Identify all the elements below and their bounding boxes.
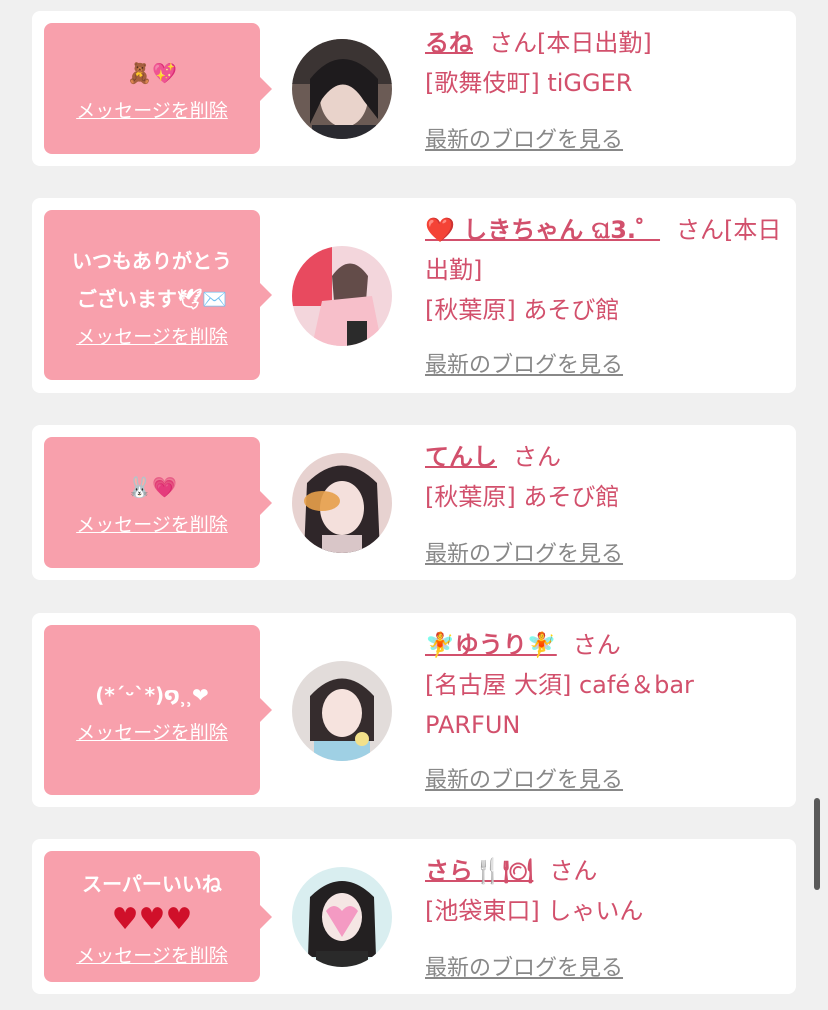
delete-message-link[interactable]: メッセージを削除 <box>76 941 228 968</box>
message-text-line2: ございます🕊✉️ <box>76 286 228 311</box>
info: ❤️ しきちゃん ଘ3.゜ さん[本日出勤] [秋葉原] あそび館 <box>425 210 784 330</box>
card-yuuri: (*´ᵕ`*)໑⸒⸒❤ メッセージを削除 🧚ゆうり🧚 さん [名古屋 大須] ca… <box>32 613 796 807</box>
shop-name: [秋葉原] あそび館 <box>425 296 620 324</box>
latest-blog-link[interactable]: 最新のブログを見る <box>425 950 623 982</box>
delete-message-link[interactable]: メッセージを削除 <box>76 322 228 349</box>
message-text: 🧸💖 <box>127 61 177 85</box>
message-bubble: スーパーいいね ♥♥♥ メッセージを削除 <box>44 851 272 982</box>
info: さら🍴🍽 さん [池袋東口] しゃいん <box>425 851 784 931</box>
member-name-link[interactable]: てんし <box>425 443 497 471</box>
avatar[interactable] <box>292 867 392 967</box>
message-bubble: 🧸💖 メッセージを削除 <box>44 23 272 154</box>
latest-blog-link[interactable]: 最新のブログを見る <box>425 347 623 379</box>
name-suffix: さん <box>572 631 621 659</box>
shop-name: [歌舞伎町] tiGGER <box>425 69 633 97</box>
avatar[interactable] <box>292 39 392 139</box>
name-suffix: さん <box>549 857 598 885</box>
card-tenshi: 🐰💗 メッセージを削除 てんし さん [秋葉原] あそび館 最新のブログを見る <box>32 425 796 580</box>
message-bubble: 🐰💗 メッセージを削除 <box>44 437 272 568</box>
latest-blog-link[interactable]: 最新のブログを見る <box>425 536 623 568</box>
message-text: 🐰💗 <box>127 475 177 499</box>
avatar[interactable] <box>292 453 392 553</box>
delete-message-link[interactable]: メッセージを削除 <box>76 718 228 745</box>
message-text-line1: いつもありがとう <box>72 248 232 273</box>
name-suffix: さん[本日出勤] <box>489 29 652 57</box>
info: てんし さん [秋葉原] あそび館 <box>425 437 784 517</box>
member-name-link[interactable]: ❤️ しきちゃん ଘ3.゜ <box>425 216 660 244</box>
message-text: (*´ᵕ`*)໑⸒⸒❤ <box>95 682 209 707</box>
scrollbar[interactable] <box>814 798 820 890</box>
message-bubble: (*´ᵕ`*)໑⸒⸒❤ メッセージを削除 <box>44 625 272 795</box>
card-rune: 🧸💖 メッセージを削除 るね さん[本日出勤] [歌舞伎町] tiGGER 最新の… <box>32 11 796 166</box>
member-name-link[interactable]: 🧚ゆうり🧚 <box>425 631 557 659</box>
info: 🧚ゆうり🧚 さん [名古屋 大須] café＆bar PARFUN <box>425 625 784 745</box>
member-name-link[interactable]: さら🍴🍽 <box>425 857 533 885</box>
latest-blog-link[interactable]: 最新のブログを見る <box>425 762 623 794</box>
delete-message-link[interactable]: メッセージを削除 <box>76 510 228 537</box>
member-name-link[interactable]: るね <box>425 29 473 57</box>
shop-name: [秋葉原] あそび館 <box>425 483 620 511</box>
name-suffix: さん <box>513 443 561 471</box>
shop-name: [名古屋 大須] café＆bar PARFUN <box>425 671 694 739</box>
avatar[interactable] <box>292 661 392 761</box>
avatar[interactable] <box>292 246 392 346</box>
info: るね さん[本日出勤] [歌舞伎町] tiGGER <box>425 23 784 103</box>
card-shikichan: いつもありがとう ございます🕊✉️ メッセージを削除 ❤️ しきちゃん ଘ3.゜… <box>32 198 796 393</box>
delete-message-link[interactable]: メッセージを削除 <box>76 96 228 123</box>
shop-name: [池袋東口] しゃいん <box>425 897 644 925</box>
message-text-line1: スーパーいいね <box>82 872 222 896</box>
card-sara: スーパーいいね ♥♥♥ メッセージを削除 さら🍴🍽 さん [池袋東口] しゃいん … <box>32 839 796 994</box>
latest-blog-link[interactable]: 最新のブログを見る <box>425 122 623 154</box>
message-bubble: いつもありがとう ございます🕊✉️ メッセージを削除 <box>44 210 272 380</box>
heart-icons: ♥♥♥ <box>111 902 193 937</box>
